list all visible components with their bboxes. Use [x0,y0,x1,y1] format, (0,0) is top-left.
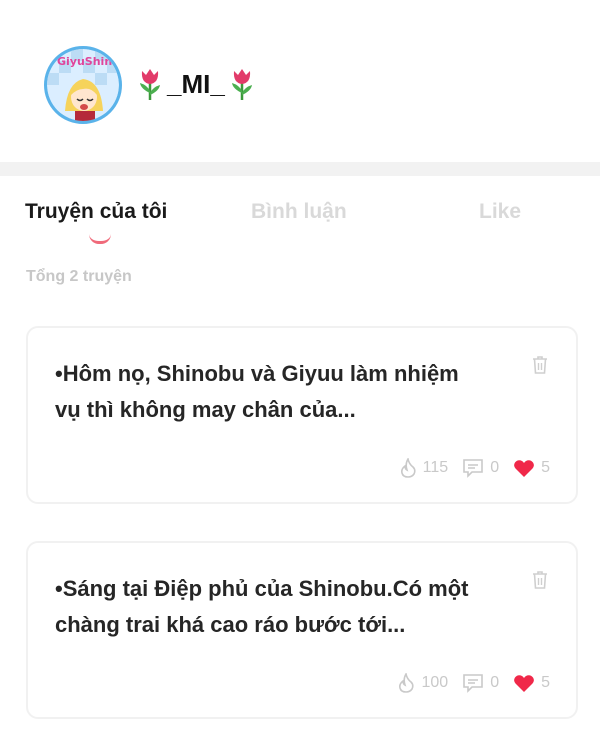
views-count: 115 [422,459,449,476]
trash-icon[interactable] [530,569,550,591]
avatar[interactable]: GiyuShino [44,46,122,124]
comments-stat: 0 [462,458,499,478]
profile-header: GiyuShino _MI_ [0,0,600,162]
story-title: •Hôm nọ, Shinobu và Giyuu làm nhiệm vụ t… [55,361,459,422]
likes-count: 5 [541,459,550,476]
views-count: 100 [421,674,449,691]
comment-icon [463,459,483,478]
tulip-icon [231,69,252,100]
tab-my-stories[interactable]: Truyện của tôi [25,200,167,224]
comments-count: 0 [490,459,500,476]
story-count: Tổng 2 truyện [26,268,132,285]
tab-bar: Truyện của tôi Bình luận Like [0,190,600,250]
comment-icon [463,674,483,693]
tulip-icon [140,69,160,100]
story-card[interactable]: •Sáng tại Điệp phủ của Shinobu.Có một ch… [26,541,578,719]
section-divider [0,162,600,176]
comments-stat: 0 [462,673,499,693]
views-stat: 100 [397,673,448,693]
flame-icon [399,673,415,693]
tab-comments[interactable]: Bình luận [251,200,347,224]
story-stats: 100 0 5 [383,671,550,695]
story-card[interactable]: •Hôm nọ, Shinobu và Giyuu làm nhiệm vụ t… [26,326,578,504]
heart-icon [514,675,534,692]
avatar-text: GiyuShino [57,55,119,68]
likes-stat: 5 [513,673,550,693]
tab-like[interactable]: Like [479,200,521,224]
username: _MI_ [167,68,225,99]
views-stat: 115 [399,458,449,478]
likes-stat: 5 [513,458,550,478]
story-stats: 115 0 5 [385,456,550,480]
story-title: •Sáng tại Điệp phủ của Shinobu.Có một ch… [55,576,469,637]
heart-icon [514,460,534,477]
active-tab-indicator [89,234,111,244]
avatar-image: GiyuShino [47,49,119,121]
trash-icon[interactable] [530,354,550,376]
comments-count: 0 [490,674,500,691]
flame-icon [400,458,416,478]
username-row: _MI_ [137,66,255,102]
likes-count: 5 [541,674,550,691]
